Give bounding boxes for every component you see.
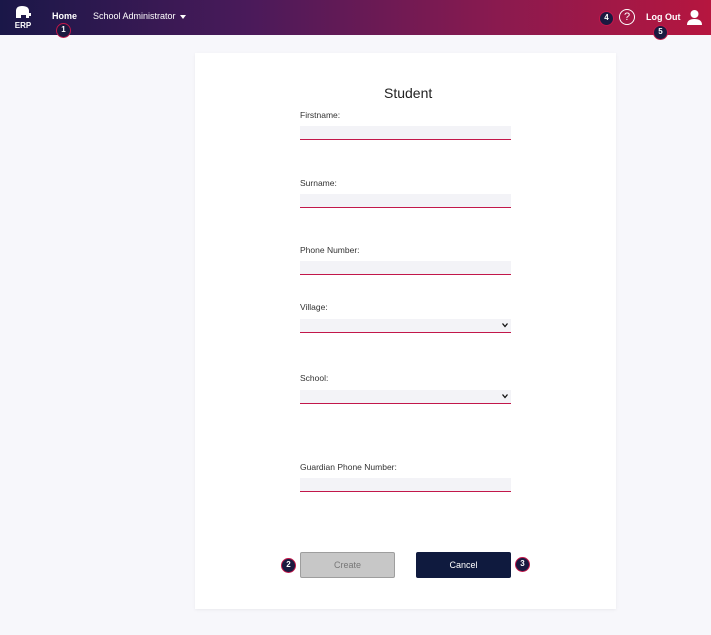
annotation-badge-2: 2 <box>281 558 296 573</box>
elephant-logo-icon[interactable]: ERP <box>13 5 33 31</box>
firstname-input[interactable] <box>300 126 511 140</box>
question-circle-icon[interactable]: ? <box>619 9 635 25</box>
logout-link[interactable]: Log Out <box>646 12 681 22</box>
chevron-down-icon <box>502 323 508 328</box>
annotation-badge-5: 5 <box>653 25 668 40</box>
cancel-button[interactable]: Cancel <box>416 552 511 578</box>
annotation-badge-1: 1 <box>56 23 71 38</box>
village-label: Village: <box>300 302 328 312</box>
nav-school-admin-label: School Administrator <box>93 11 176 21</box>
phone-number-label: Phone Number: <box>300 245 360 255</box>
user-icon[interactable] <box>686 9 703 26</box>
create-button[interactable]: Create <box>300 552 395 578</box>
village-select[interactable] <box>300 319 511 333</box>
guardian-phone-label: Guardian Phone Number: <box>300 462 397 472</box>
logo-text: ERP <box>14 21 32 30</box>
surname-label: Surname: <box>300 178 337 188</box>
school-label: School: <box>300 373 329 383</box>
annotation-badge-3: 3 <box>515 557 530 572</box>
nav-home-link[interactable]: Home <box>52 11 77 21</box>
annotation-badge-4: 4 <box>599 11 614 26</box>
chevron-down-icon <box>502 394 508 399</box>
chevron-down-icon <box>179 14 186 19</box>
phone-number-input[interactable] <box>300 261 511 275</box>
guardian-phone-input[interactable] <box>300 478 511 492</box>
form-title: Student <box>384 85 433 101</box>
nav-school-admin-dropdown[interactable]: School Administrator <box>93 11 186 21</box>
school-select[interactable] <box>300 390 511 404</box>
firstname-label: Firstname: <box>300 110 341 120</box>
surname-input[interactable] <box>300 194 511 208</box>
